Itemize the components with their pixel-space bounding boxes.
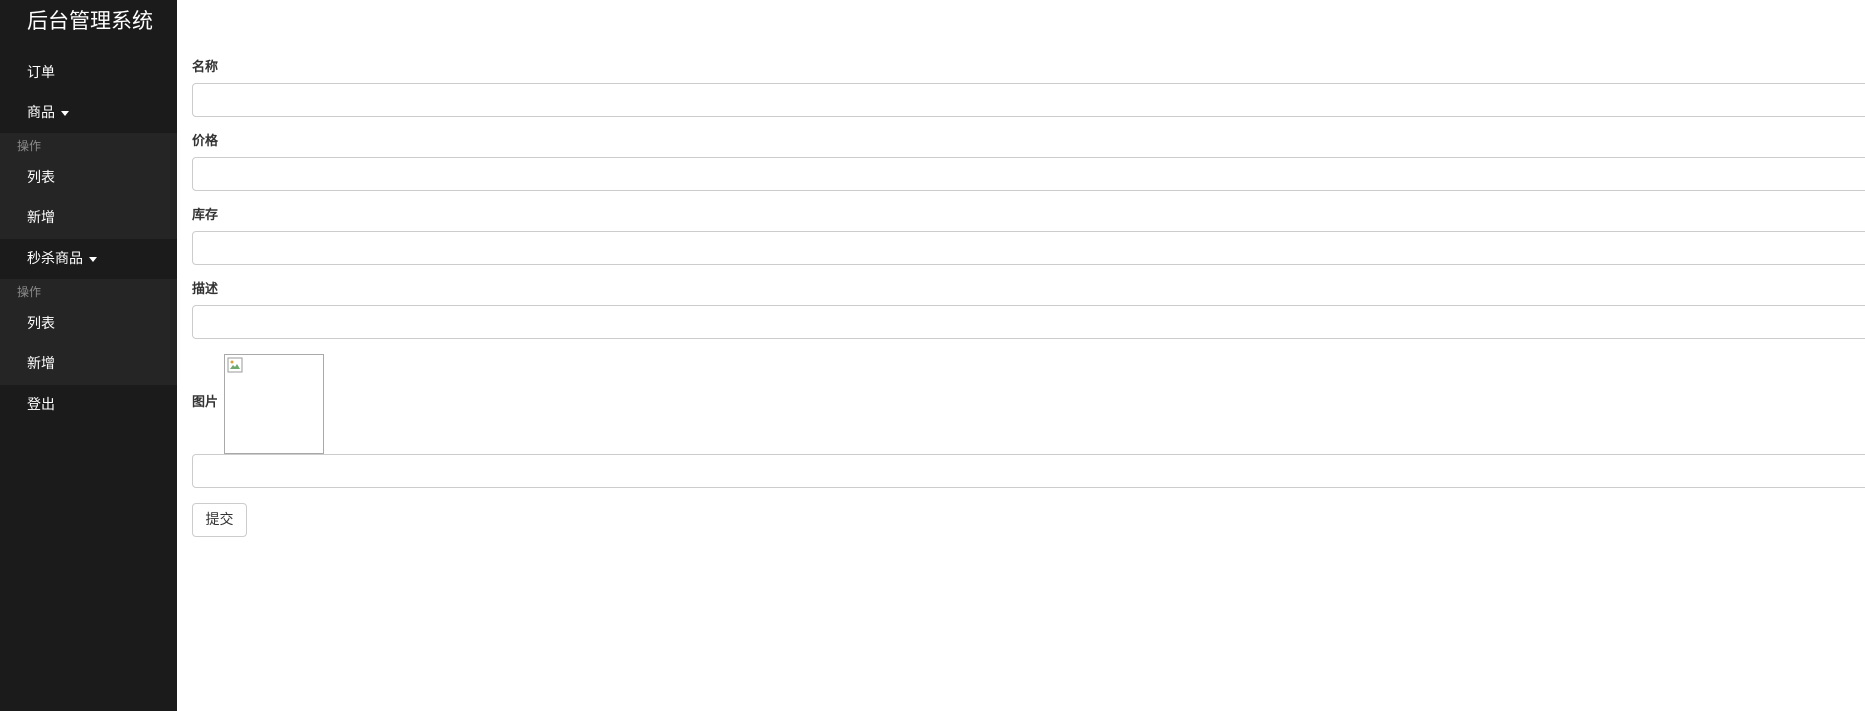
sidebar-item-logout[interactable]: 登出 [0, 385, 177, 425]
sidebar-item-seckill-add[interactable]: 新增 [0, 344, 177, 384]
sidebar-dropdown-seckill-products[interactable]: 秒杀商品 [0, 239, 177, 279]
broken-image-icon [227, 357, 243, 373]
image-preview [224, 354, 324, 454]
price-label: 价格 [192, 134, 219, 149]
sidebar-item-label: 列表 [27, 316, 55, 332]
sidebar-item-products-list[interactable]: 列表 [0, 158, 177, 198]
sidebar-item-label: 列表 [27, 170, 55, 186]
brand-title[interactable]: 后台管理系统 [27, 6, 153, 36]
submenu-header: 操作 [17, 139, 42, 153]
sidebar: 后台管理系统 订单 商品 操作 列表 新增 秒杀商品 操作 列表 新增 登出 [0, 0, 177, 711]
sidebar-item-products-add[interactable]: 新增 [0, 198, 177, 238]
sidebar-dropdown-products[interactable]: 商品 [0, 93, 177, 133]
sidebar-item-seckill-list[interactable]: 列表 [0, 304, 177, 344]
caret-down-icon [89, 256, 97, 262]
image-label: 图片 [192, 395, 219, 410]
sidebar-item-label: 新增 [27, 210, 55, 226]
sidebar-item-label: 订单 [27, 65, 55, 81]
products-submenu: 操作 列表 新增 [0, 133, 177, 239]
sidebar-item-label: 秒杀商品 [27, 251, 83, 267]
sidebar-item-label: 登出 [27, 397, 55, 413]
caret-down-icon [61, 110, 69, 116]
sidebar-item-label: 新增 [27, 356, 55, 372]
seckill-products-submenu: 操作 列表 新增 [0, 279, 177, 385]
name-label: 名称 [192, 60, 219, 75]
stock-label: 库存 [192, 208, 219, 223]
sidebar-item-orders[interactable]: 订单 [0, 53, 177, 93]
name-input[interactable] [192, 83, 1865, 117]
submit-button[interactable]: 提交 [192, 503, 247, 537]
stock-input[interactable] [192, 231, 1865, 265]
submenu-header: 操作 [17, 285, 42, 299]
price-input[interactable] [192, 157, 1865, 191]
sidebar-item-label: 商品 [27, 105, 55, 121]
description-input[interactable] [192, 305, 1865, 339]
image-input[interactable] [192, 454, 1865, 488]
description-label: 描述 [192, 282, 219, 297]
main-content: 名称 价格 库存 描述 图片 提交 [177, 0, 1865, 711]
